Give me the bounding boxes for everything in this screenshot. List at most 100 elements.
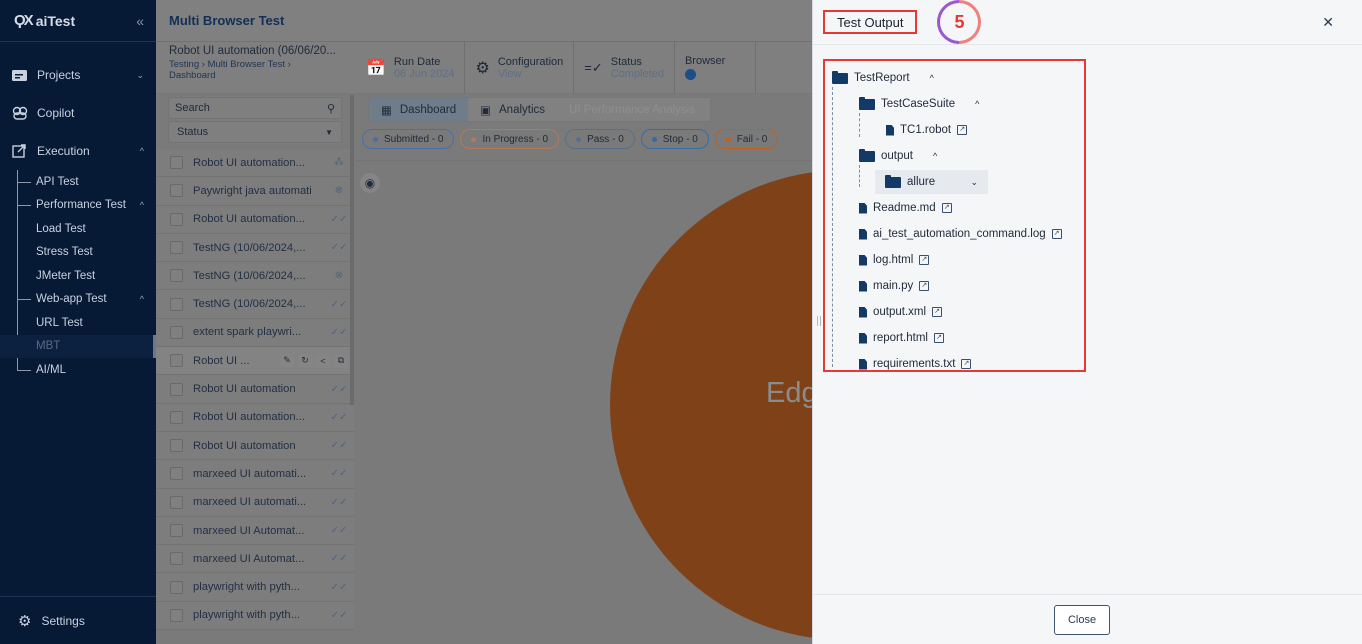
- search-input[interactable]: Search ⚲: [168, 97, 342, 119]
- row-checkbox[interactable]: [170, 580, 183, 594]
- share-icon[interactable]: <: [316, 353, 330, 368]
- list-item[interactable]: marxeed UI automati... ✓✓: [156, 460, 354, 489]
- configuration[interactable]: ⚙ Configuration View: [465, 42, 575, 93]
- list-item[interactable]: marxeed UI Automat... ✓✓: [156, 545, 354, 574]
- file-node[interactable]: ai_test_automation_command.log ↗: [832, 221, 1084, 247]
- open-external-icon[interactable]: ↗: [1051, 229, 1062, 239]
- chevron-up-icon[interactable]: ^: [975, 99, 979, 109]
- breadcrumb-multi-browser[interactable]: Multi Browser Test: [208, 59, 285, 70]
- row-checkbox[interactable]: [170, 212, 183, 226]
- row-checkbox[interactable]: [170, 156, 183, 170]
- status-chip[interactable]: Submitted - 0: [362, 129, 455, 149]
- file-node[interactable]: Readme.md ↗: [832, 195, 1084, 221]
- folder-testreport[interactable]: TestReport ^: [832, 65, 1084, 91]
- status-chip[interactable]: In Progress - 0: [460, 129, 560, 149]
- file-node[interactable]: report.html ↗: [832, 325, 1084, 351]
- file-tc1-robot[interactable]: TC1.robot ↗: [832, 117, 1084, 143]
- list-scrollbar[interactable]: [350, 95, 354, 405]
- open-external-icon[interactable]: ↗: [941, 203, 952, 213]
- list-item[interactable]: Robot UI automation ✓✓: [156, 375, 354, 404]
- row-checkbox[interactable]: [170, 552, 183, 566]
- open-external-icon[interactable]: ↗: [957, 125, 968, 135]
- list-item[interactable]: playwright with pyth... ✓✓: [156, 601, 354, 631]
- row-name: TestNG (10/06/2024,...: [193, 298, 306, 311]
- close-icon[interactable]: ✕: [1322, 14, 1334, 31]
- row-checkbox[interactable]: [170, 467, 183, 481]
- row-checkbox[interactable]: [170, 524, 183, 537]
- open-external-icon[interactable]: ↗: [961, 359, 972, 369]
- status-chip[interactable]: Stop - 0: [640, 129, 709, 149]
- status-chip[interactable]: Fail - 0: [714, 129, 779, 149]
- tab-analytics[interactable]: ▣ Analytics: [468, 98, 557, 121]
- collapse-sidebar-button[interactable]: «: [136, 13, 144, 29]
- file-node[interactable]: output.xml ↗: [832, 299, 1084, 325]
- nav-web-app-test[interactable]: Web-app Test ^: [17, 288, 156, 312]
- row-checkbox[interactable]: [170, 495, 183, 509]
- close-button[interactable]: Close: [1054, 604, 1110, 635]
- row-checkbox[interactable]: [170, 410, 183, 424]
- nav-projects[interactable]: Projects ⌄: [0, 56, 156, 94]
- tab-dashboard[interactable]: ▦ Dashboard: [369, 98, 469, 121]
- list-item[interactable]: Robot UI automation ✓✓: [156, 431, 354, 461]
- row-name: Robot UI automation: [193, 383, 296, 396]
- open-external-icon[interactable]: ↗: [919, 255, 930, 265]
- folder-output[interactable]: output ^: [832, 143, 1084, 169]
- nav-url-test[interactable]: URL Test: [36, 311, 156, 335]
- config-view-link[interactable]: View: [498, 68, 563, 80]
- double-check-icon: ✓✓: [330, 411, 348, 423]
- list-item[interactable]: TestNG (10/06/2024,... ✓✓: [156, 290, 354, 319]
- file-node[interactable]: main.py ↗: [832, 273, 1084, 299]
- list-item[interactable]: Robot UI automation... ✓✓: [156, 403, 354, 432]
- nav-performance-test[interactable]: Performance Test ^: [17, 194, 156, 218]
- nav-stress-test[interactable]: Stress Test: [36, 241, 156, 265]
- list-item[interactable]: TestNG (10/06/2024,... ⊗: [156, 262, 354, 291]
- list-item[interactable]: extent spark playwri... ✓✓: [156, 318, 354, 348]
- open-external-icon[interactable]: ↗: [919, 281, 930, 291]
- logo[interactable]: ϘX aiTest: [14, 12, 75, 29]
- breadcrumb-testing[interactable]: Testing: [169, 59, 199, 70]
- open-external-icon[interactable]: ↗: [932, 307, 943, 317]
- list-item[interactable]: playwright with pyth... ✓✓: [156, 573, 354, 602]
- row-checkbox[interactable]: [170, 297, 183, 311]
- nav-jmeter-test[interactable]: JMeter Test: [36, 264, 156, 288]
- row-checkbox[interactable]: [170, 325, 183, 339]
- rerun-icon[interactable]: ↻: [298, 353, 312, 368]
- file-node[interactable]: log.html ↗: [832, 247, 1084, 273]
- nav-execution[interactable]: Execution ^: [0, 132, 156, 170]
- list-item[interactable]: marxeed UI Automat... ✓✓: [156, 516, 354, 546]
- open-external-icon[interactable]: ↗: [933, 333, 944, 343]
- resize-handle[interactable]: [817, 316, 821, 326]
- file-node[interactable]: requirements.txt ↗: [832, 351, 1084, 377]
- nav-load-test[interactable]: Load Test: [36, 217, 156, 241]
- nav-api-test[interactable]: API Test: [17, 170, 156, 194]
- list-item[interactable]: Robot UI automation... ⁂: [156, 149, 354, 178]
- status-chip[interactable]: Pass - 0: [565, 129, 635, 149]
- chevron-down-icon[interactable]: ⌄: [970, 177, 978, 188]
- tab-ui-performance[interactable]: UI Performance Analysis: [557, 98, 707, 121]
- row-checkbox[interactable]: [170, 241, 183, 255]
- row-checkbox[interactable]: [170, 439, 183, 453]
- row-checkbox[interactable]: [170, 354, 183, 368]
- nav-mbt[interactable]: MBT: [0, 334, 156, 358]
- nav-copilot[interactable]: Copilot: [0, 94, 156, 132]
- locate-icon[interactable]: ◉: [360, 173, 380, 193]
- row-checkbox[interactable]: [170, 184, 183, 198]
- row-checkbox[interactable]: [170, 382, 183, 396]
- list-item[interactable]: marxeed UI automati... ✓✓: [156, 488, 354, 517]
- folder-allure[interactable]: allure ⌄: [875, 170, 988, 194]
- list-item[interactable]: Paywright java automati ⊗: [156, 177, 354, 206]
- list-item[interactable]: Robot UI automation... ✓✓: [156, 205, 354, 234]
- nav-ai-ml[interactable]: AI/ML: [17, 358, 156, 382]
- list-item[interactable]: Robot UI ... ✎ ↻ < ⧉: [156, 347, 354, 376]
- chevron-up-icon[interactable]: ^: [930, 73, 934, 83]
- nav-settings[interactable]: ⚙ Settings: [0, 596, 156, 644]
- run-date: 📅 Run Date 06 Jun 2024: [356, 42, 466, 93]
- list-item[interactable]: TestNG (10/06/2024,... ✓✓: [156, 233, 354, 263]
- row-checkbox[interactable]: [170, 269, 183, 283]
- copy-icon[interactable]: ⧉: [334, 353, 348, 368]
- edit-icon[interactable]: ✎: [280, 353, 294, 368]
- folder-testcasesuite[interactable]: TestCaseSuite ^: [832, 91, 1084, 117]
- row-checkbox[interactable]: [170, 608, 183, 622]
- status-select[interactable]: Status ▼: [168, 121, 342, 143]
- chevron-up-icon[interactable]: ^: [933, 151, 937, 161]
